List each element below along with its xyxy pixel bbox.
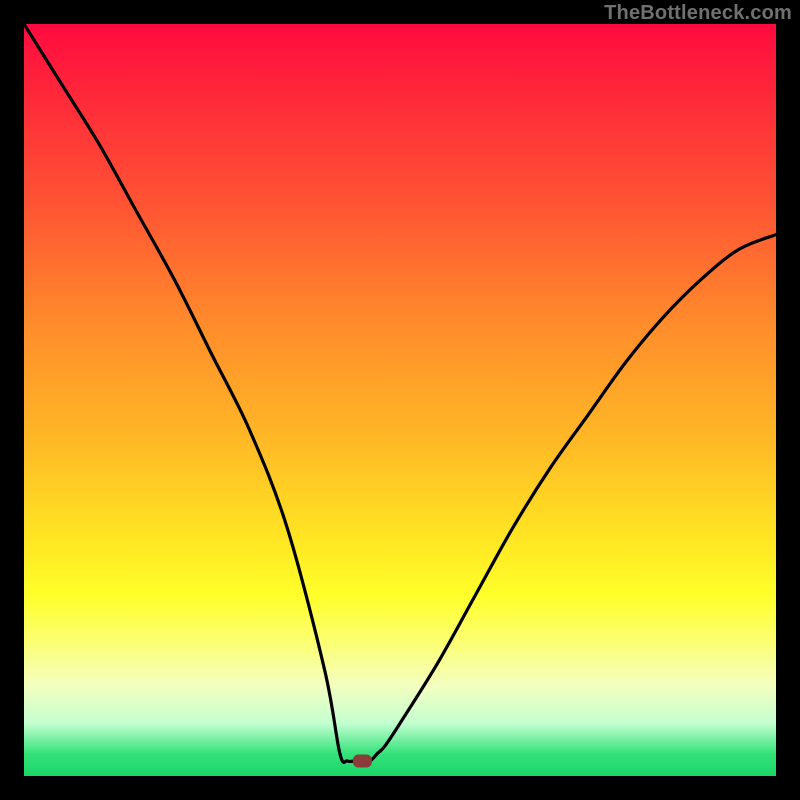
bottleneck-curve [24, 24, 776, 762]
watermark-label: TheBottleneck.com [604, 2, 792, 25]
curve-chart [24, 24, 776, 776]
plot-area [24, 24, 776, 776]
min-point-marker [353, 755, 371, 767]
chart-frame: TheBottleneck.com [0, 0, 800, 800]
